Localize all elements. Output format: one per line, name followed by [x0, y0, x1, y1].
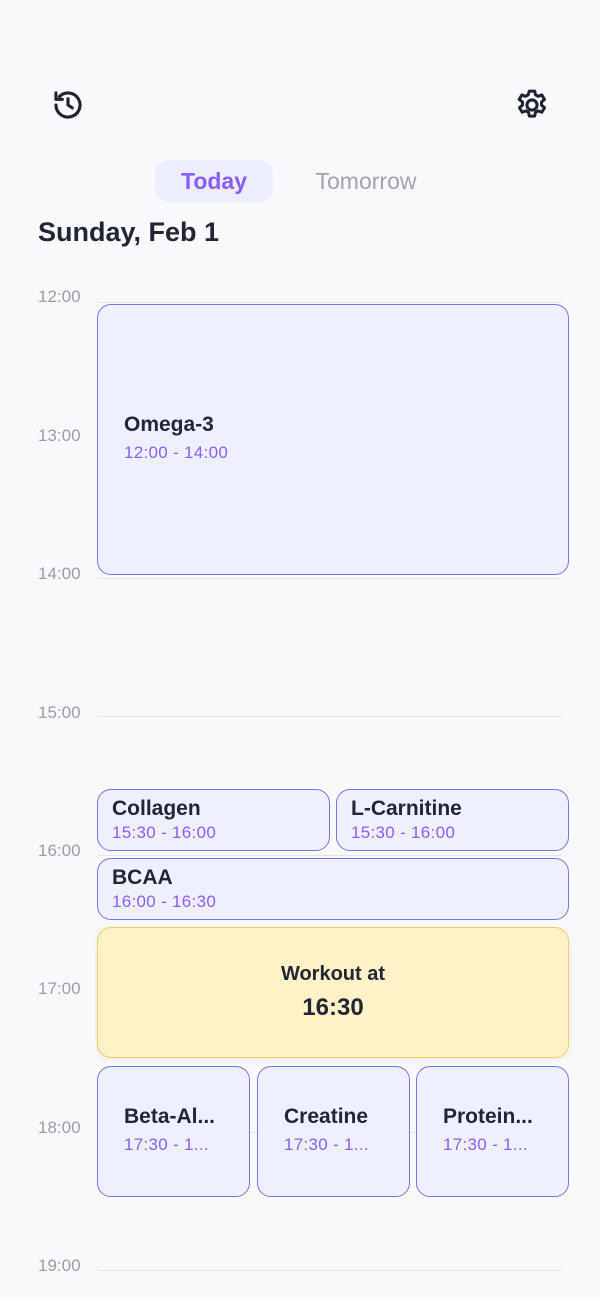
- workout-card[interactable]: Workout at 16:30: [97, 927, 569, 1058]
- hour-label: 14:00: [38, 564, 81, 583]
- event-time: 17:30 - 1...: [124, 1135, 209, 1154]
- event-name: Beta-Al...: [124, 1105, 216, 1128]
- event-time: 17:30 - 1...: [284, 1135, 369, 1154]
- hour-line: [98, 302, 562, 303]
- event-time: 15:30 - 16:00: [351, 823, 456, 842]
- event-omega-3[interactable]: Omega-3 12:00 - 14:00: [97, 304, 569, 575]
- event-bcaa[interactable]: BCAA 16:00 - 16:30: [97, 858, 569, 920]
- hour-label: 18:00: [38, 1118, 81, 1137]
- event-name: Collagen: [112, 797, 201, 820]
- event-name: Creatine: [284, 1105, 369, 1128]
- event-creatine[interactable]: Creatine 17:30 - 1...: [257, 1066, 410, 1197]
- event-protein[interactable]: Protein... 17:30 - 1...: [416, 1066, 569, 1197]
- hour-line: [98, 578, 562, 579]
- event-beta-alanine[interactable]: Beta-Al... 17:30 - 1...: [97, 1066, 250, 1197]
- hour-line: [98, 1270, 562, 1271]
- hour-label: 16:00: [38, 841, 81, 860]
- event-name: Omega-3: [124, 413, 214, 436]
- event-time: 15:30 - 16:00: [112, 823, 217, 842]
- event-time: 16:00 - 16:30: [112, 892, 217, 911]
- event-name: Protein...: [443, 1105, 533, 1128]
- event-l-carnitine[interactable]: L-Carnitine 15:30 - 16:00: [336, 789, 569, 851]
- hour-label: 19:00: [38, 1256, 81, 1275]
- event-collagen[interactable]: Collagen 15:30 - 16:00: [97, 789, 330, 851]
- hour-label: 12:00: [38, 287, 81, 306]
- workout-label: Workout at: [280, 963, 386, 985]
- workout-time: 16:30: [302, 994, 364, 1021]
- hour-line: [98, 855, 562, 856]
- event-time: 12:00 - 14:00: [124, 443, 229, 462]
- hour-label: 13:00: [38, 426, 81, 445]
- event-name: BCAA: [112, 866, 173, 889]
- event-time: 17:30 - 1...: [443, 1135, 528, 1154]
- hour-line: [98, 716, 562, 717]
- event-name: L-Carnitine: [351, 797, 462, 820]
- hour-label: 17:00: [38, 979, 81, 998]
- hour-label: 15:00: [38, 703, 81, 722]
